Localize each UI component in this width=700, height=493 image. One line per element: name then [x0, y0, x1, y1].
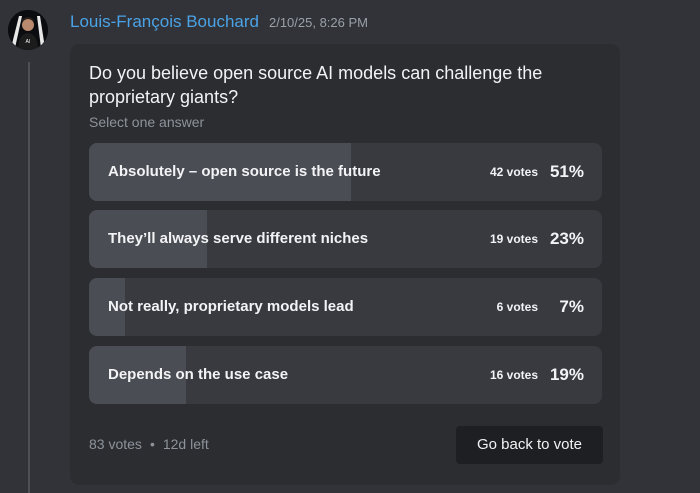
- poll-option[interactable]: Depends on the use case 16 votes 19%: [89, 346, 602, 404]
- poll-option-votes: 42 votes: [489, 165, 538, 179]
- poll-time-left: 12d left: [162, 436, 209, 452]
- poll-question: Do you believe open source AI models can…: [89, 63, 543, 107]
- poll-option-votes: 19 votes: [489, 232, 538, 246]
- poll-option-percent: 7%: [559, 297, 584, 316]
- poll-hint: Select one answer: [89, 114, 205, 130]
- poll-option-label: Not really, proprietary models lead: [108, 298, 354, 315]
- avatar[interactable]: AI: [8, 10, 48, 50]
- avatar-image: AI: [8, 10, 48, 50]
- reply-thread-line: [28, 62, 30, 493]
- poll-option-percent: 51%: [549, 162, 584, 181]
- poll-option[interactable]: They’ll always serve different niches 19…: [89, 210, 602, 268]
- author-name[interactable]: Louis-François Bouchard: [70, 12, 259, 32]
- footer-separator: •: [149, 436, 155, 452]
- poll-option-votes: 16 votes: [489, 368, 538, 382]
- poll-option-votes: 6 votes: [496, 300, 538, 314]
- message-header: Louis-François Bouchard 2/10/25, 8:26 PM: [70, 12, 368, 34]
- poll-card: Do you believe open source AI models can…: [70, 44, 620, 485]
- poll-option-label: Depends on the use case: [108, 366, 289, 383]
- poll-footer: 83 votes • 12d left: [89, 436, 209, 452]
- poll-option[interactable]: Absolutely – open source is the future 4…: [89, 143, 602, 201]
- message-timestamp: 2/10/25, 8:26 PM: [268, 15, 368, 30]
- poll-option-label: Absolutely – open source is the future: [108, 163, 381, 180]
- poll-total-votes: 83 votes: [89, 436, 142, 452]
- poll-option-label: They’ll always serve different niches: [108, 230, 369, 247]
- go-back-to-vote-button[interactable]: Go back to vote: [456, 426, 603, 464]
- poll-option-percent: 19%: [549, 365, 584, 384]
- svg-text:AI: AI: [26, 39, 31, 45]
- poll-option[interactable]: Not really, proprietary models lead 6 vo…: [89, 278, 602, 336]
- poll-option-percent: 23%: [549, 229, 584, 248]
